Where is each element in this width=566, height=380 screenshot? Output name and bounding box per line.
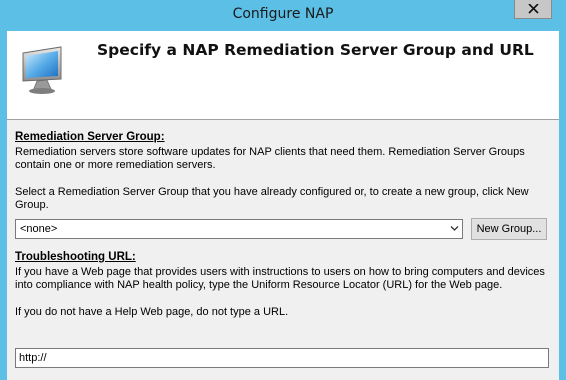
select-value: <none> <box>20 223 58 235</box>
chevron-down-icon <box>450 226 459 231</box>
close-button[interactable] <box>514 0 552 19</box>
remediation-instruction: Select a Remediation Server Group that y… <box>15 186 529 211</box>
computer-monitor-icon <box>22 46 62 94</box>
window-title: Configure NAP <box>232 6 334 22</box>
close-icon <box>528 4 539 14</box>
wizard-header: Specify a NAP Remediation Server Group a… <box>7 31 559 120</box>
troubleshooting-url-label: Troubleshooting URL: <box>15 251 136 263</box>
remediation-group-select[interactable]: <none> <box>15 219 463 239</box>
troubleshooting-note: If you do not have a Help Web page, do n… <box>15 306 289 318</box>
title-bar[interactable]: Configure NAP <box>0 0 566 31</box>
troubleshooting-description: If you have a Web page that provides use… <box>15 266 545 291</box>
new-group-button[interactable]: New Group... <box>471 218 547 240</box>
dialog-client-area: Specify a NAP Remediation Server Group a… <box>7 31 559 380</box>
wizard-body: Remediation Server Group: Remediation se… <box>7 121 559 380</box>
troubleshooting-url-input[interactable]: http:// <box>15 348 549 368</box>
configure-nap-window: Configure NAP Specify a NAP Remediation … <box>0 0 566 380</box>
remediation-group-label: Remediation Server Group: <box>15 131 165 143</box>
remediation-description: Remediation servers store software updat… <box>15 146 525 171</box>
page-title: Specify a NAP Remediation Server Group a… <box>97 41 534 59</box>
